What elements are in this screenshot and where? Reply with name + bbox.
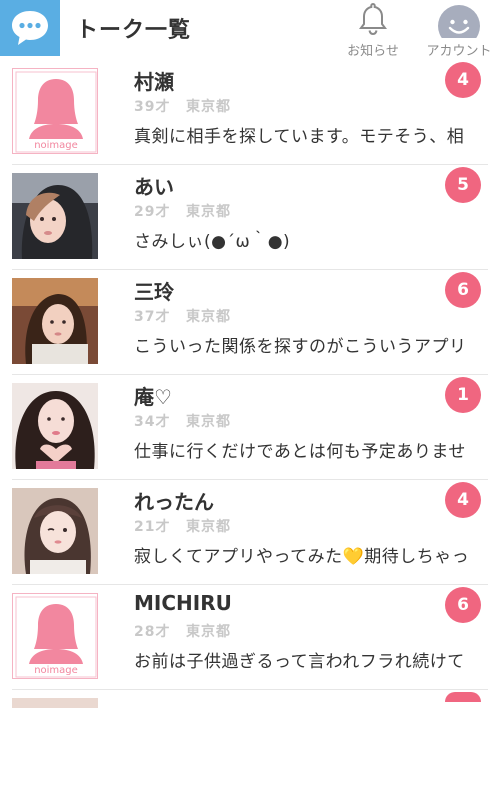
bell-icon (359, 2, 387, 36)
unread-badge: 1 (445, 377, 481, 413)
avatar-photo (12, 173, 98, 259)
page-title: トーク一覧 (76, 18, 192, 43)
account-button[interactable]: アカウント (418, 2, 500, 59)
talk-name: 三玲 (134, 280, 174, 304)
profile-photo (12, 488, 98, 574)
talk-last-message: お前は子供過ぎるって言われフラれ続けて (134, 652, 465, 672)
profile-photo (12, 173, 98, 259)
unread-badge: 6 (445, 272, 481, 308)
talk-meta: 29才 東京都 (134, 201, 231, 221)
talk-name: あい (134, 175, 174, 199)
app-header: トーク一覧 お知らせ アカウント (0, 0, 500, 60)
talk-area: 東京都 (186, 519, 231, 535)
talk-age: 37才 (134, 309, 171, 325)
noimage-text: noimage (34, 665, 78, 676)
notice-button[interactable]: お知らせ (333, 2, 413, 59)
talk-meta: 37才 東京都 (134, 306, 231, 326)
talk-row-partial[interactable] (12, 690, 488, 794)
talk-age: 34才 (134, 414, 171, 430)
talk-row[interactable]: れったん 21才 東京都 寂しくてアプリやってみた💛期待しちゃっ 4 (12, 480, 488, 585)
chat-bubble-icon (12, 11, 48, 45)
noimage-silhouette-icon: noimage (15, 71, 97, 153)
app-logo[interactable] (0, 0, 60, 56)
account-label: アカウント (426, 44, 492, 59)
talk-area: 東京都 (186, 414, 231, 430)
unread-badge: 6 (445, 587, 481, 623)
noimage-text: noimage (34, 140, 78, 151)
account-face-icon (438, 5, 480, 38)
talk-last-message: 仕事に行くだけであとは何も予定ありませ (134, 442, 466, 462)
notice-label: お知らせ (347, 44, 399, 59)
talk-area: 東京都 (186, 99, 231, 115)
talk-row[interactable]: 三玲 37才 東京都 こういった関係を探すのがこういうアプリ 6 (12, 270, 488, 375)
talk-meta: 39才 東京都 (134, 96, 231, 116)
talk-name: MICHIRU (134, 591, 232, 615)
talk-last-message: さみしぃ(●´ω｀●) (134, 232, 291, 252)
talk-area: 東京都 (186, 624, 231, 640)
unread-badge (445, 692, 481, 702)
avatar-photo (12, 278, 98, 364)
avatar-noimage: noimage (12, 68, 98, 154)
talk-area: 東京都 (186, 309, 231, 325)
talk-age: 28才 (134, 624, 171, 640)
talk-meta: 21才 東京都 (134, 516, 231, 536)
avatar-photo (12, 383, 98, 469)
talk-name: 村瀬 (134, 70, 174, 94)
avatar-noimage: noimage (12, 593, 98, 679)
unread-badge: 4 (445, 482, 481, 518)
talk-row[interactable]: 庵♡ 34才 東京都 仕事に行くだけであとは何も予定ありませ 1 (12, 375, 488, 480)
talk-area: 東京都 (186, 204, 231, 220)
talk-age: 21才 (134, 519, 171, 535)
avatar-photo (12, 488, 98, 574)
unread-badge: 5 (445, 167, 481, 203)
talk-name: 庵♡ (134, 385, 172, 409)
profile-photo (12, 383, 98, 469)
noimage-silhouette-icon: noimage (15, 596, 97, 678)
talk-meta: 28才 東京都 (134, 621, 231, 641)
talk-meta: 34才 東京都 (134, 411, 231, 431)
talk-last-message: こういった関係を探すのがこういうアプリ (134, 337, 467, 357)
talk-last-message: 寂しくてアプリやってみた💛期待しちゃっ (134, 547, 470, 567)
talk-last-message: 真剣に相手を探しています。モテそう、相 (134, 127, 465, 147)
talk-row[interactable]: あい 29才 東京都 さみしぃ(●´ω｀●) 5 (12, 165, 488, 270)
talk-age: 39才 (134, 99, 171, 115)
unread-badge: 4 (445, 62, 481, 98)
profile-photo (12, 278, 98, 364)
talk-row[interactable]: noimage MICHIRU 28才 東京都 お前は子供過ぎるって言われフラれ続… (12, 585, 488, 690)
talk-row[interactable]: noimage 村瀬 39才 東京都 真剣に相手を探しています。モテそう、相 4 (12, 60, 488, 165)
talk-name: れったん (134, 490, 214, 514)
talk-age: 29才 (134, 204, 171, 220)
